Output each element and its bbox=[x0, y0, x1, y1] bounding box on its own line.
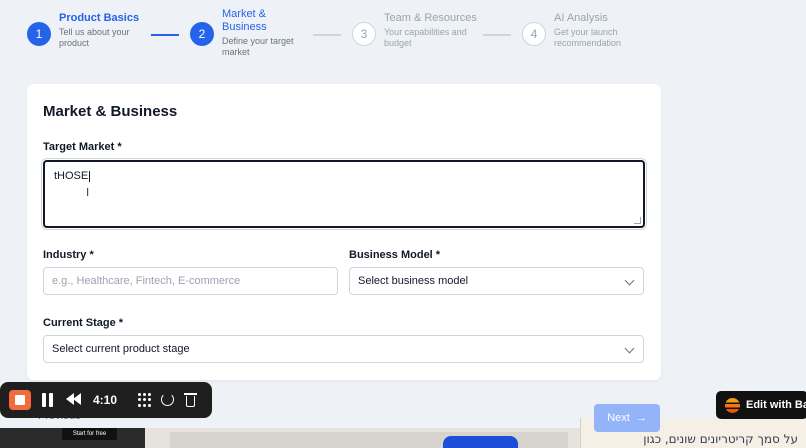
stop-recording-icon[interactable] bbox=[9, 390, 31, 410]
step-team-resources[interactable]: 3 Team & Resources Your capabilities and… bbox=[352, 12, 484, 49]
current-stage-value: Select current product stage bbox=[52, 343, 190, 355]
recording-time: 4:10 bbox=[93, 393, 118, 407]
step-connector bbox=[313, 34, 341, 36]
trash-icon[interactable] bbox=[184, 393, 197, 407]
chevron-down-icon bbox=[624, 343, 635, 354]
step-title: Product Basics bbox=[59, 12, 140, 24]
brand-logo-icon bbox=[725, 397, 740, 413]
background-blue-button[interactable] bbox=[443, 436, 518, 448]
card-title: Market & Business bbox=[43, 103, 178, 120]
current-stage-label: Current Stage * bbox=[43, 317, 124, 329]
step-product-basics[interactable]: 1 Product Basics Tell us about your prod… bbox=[27, 12, 159, 49]
chevron-down-icon bbox=[624, 275, 635, 286]
step-number: 4 bbox=[522, 22, 546, 46]
step-title: AI Analysis bbox=[554, 12, 608, 24]
arrow-right-icon: → bbox=[635, 412, 647, 424]
step-ai-analysis[interactable]: 4 AI Analysis Get your launch recommenda… bbox=[522, 12, 654, 49]
edit-with-label: Edit with Bas bbox=[746, 399, 806, 411]
industry-placeholder: e.g., Healthcare, Fintech, E-commerce bbox=[52, 275, 241, 287]
step-market-business[interactable]: 2 Market & Business Define your target m… bbox=[190, 8, 302, 58]
next-label: Next bbox=[607, 412, 630, 424]
step-number: 3 bbox=[352, 22, 376, 46]
business-model-label: Business Model * bbox=[349, 249, 441, 261]
step-description: Tell us about your product bbox=[59, 27, 130, 48]
current-stage-select[interactable]: Select current product stage bbox=[43, 335, 644, 363]
resize-handle-icon[interactable] bbox=[634, 217, 641, 224]
step-description: Your capabilities and budget bbox=[384, 27, 467, 48]
start-for-free-button[interactable]: Start for free bbox=[62, 428, 117, 440]
target-market-label: Target Market * bbox=[43, 141, 122, 153]
target-market-value: tHOSE bbox=[54, 170, 89, 182]
pause-icon[interactable] bbox=[42, 393, 54, 407]
target-market-textarea[interactable]: tHOSE bbox=[43, 160, 645, 228]
grid-icon[interactable] bbox=[138, 393, 152, 407]
step-connector bbox=[483, 34, 511, 36]
rewind-icon[interactable] bbox=[66, 393, 82, 407]
step-number: 1 bbox=[27, 22, 51, 46]
ibeam-cursor-icon: I bbox=[86, 186, 90, 199]
progress-stepper: 1 Product Basics Tell us about your prod… bbox=[0, 0, 806, 70]
business-model-value: Select business model bbox=[358, 275, 469, 287]
edit-with-badge[interactable]: Edit with Bas bbox=[716, 391, 806, 419]
step-description: Get your launch recommendation bbox=[554, 27, 622, 48]
step-connector bbox=[151, 34, 179, 36]
market-business-card: Market & Business Target Market * tHOSE … bbox=[27, 84, 661, 380]
restart-icon[interactable] bbox=[161, 393, 174, 406]
industry-input[interactable]: e.g., Healthcare, Fintech, E-commerce bbox=[43, 267, 338, 295]
step-title: Team & Resources bbox=[384, 12, 477, 24]
next-button[interactable]: Next → bbox=[594, 404, 660, 432]
step-title: Market & Business bbox=[222, 8, 267, 33]
step-number: 2 bbox=[190, 22, 214, 46]
industry-label: Industry * bbox=[43, 249, 94, 261]
step-description: Define your target market bbox=[222, 36, 294, 57]
business-model-select[interactable]: Select business model bbox=[349, 267, 644, 295]
screen-recorder-toolbar: 4:10 bbox=[0, 382, 212, 418]
text-caret bbox=[89, 170, 91, 182]
